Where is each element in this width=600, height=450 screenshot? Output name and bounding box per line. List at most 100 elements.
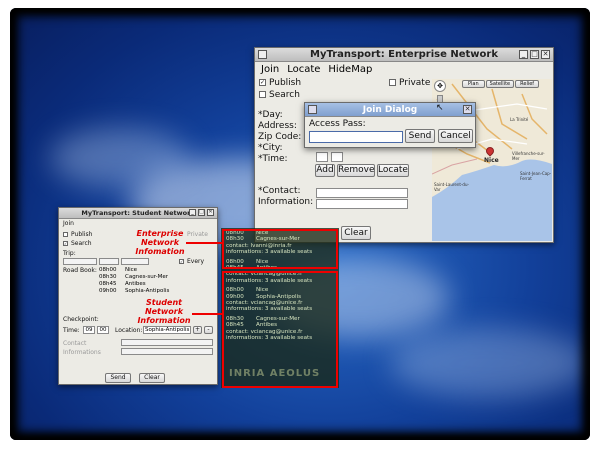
checkpoint-label: Checkpoint: xyxy=(63,316,99,323)
enterprise-contact-labels: *Contact: Information: xyxy=(258,186,313,208)
enterprise-menu-bar: Join Locate HideMap xyxy=(261,64,372,75)
locate-button[interactable]: Locate xyxy=(377,164,409,177)
map-place-label: Villefranche-sur-Mer xyxy=(512,151,545,161)
location-input[interactable]: Sophia-Antipolis xyxy=(143,326,191,334)
student-publish-checkbox[interactable]: Publish xyxy=(63,231,92,238)
cloud xyxy=(50,128,190,188)
roadbook-list: 08h00 Nice 08h30 Cagnes-sur-Mer 08h45 Antib… xyxy=(99,267,169,295)
close-icon[interactable]: ✕ xyxy=(463,105,472,114)
checkbox-icon xyxy=(63,232,68,237)
enterprise-title-bar[interactable]: MyTransport: Enterprise Network _ □ ✕ xyxy=(255,48,553,62)
join-dialog: Join Dialog ✕ Access Pass: Send Cancel xyxy=(304,102,476,148)
join-dialog-title: Join Dialog xyxy=(362,105,418,115)
trip-label: Trip: xyxy=(63,250,76,257)
window-menu-icon[interactable] xyxy=(308,105,317,114)
zipcode-label: Zip Code: xyxy=(258,132,302,142)
information-input[interactable] xyxy=(316,199,408,209)
enterprise-annotation: Enterprise Network Infomation xyxy=(135,229,185,256)
enterprise-arrow-line xyxy=(186,242,222,244)
map-city-label: Nice xyxy=(484,157,499,164)
contact-input[interactable] xyxy=(316,188,408,198)
close-icon[interactable]: ✕ xyxy=(207,209,214,216)
student-send-button[interactable]: Send xyxy=(105,373,131,383)
map-place-label: Saint-Jean-Cap-Ferrat xyxy=(520,171,552,181)
remove-button[interactable]: Remove xyxy=(337,164,375,177)
student-publish-label: Publish xyxy=(71,231,93,238)
trip-input[interactable] xyxy=(63,258,97,265)
remove-checkpoint-button[interactable]: - xyxy=(204,326,213,334)
student-title: MyTransport: Student Network xyxy=(81,209,195,217)
time-min-input[interactable] xyxy=(331,152,343,162)
checkbox-checked-icon: ✓ xyxy=(63,241,68,246)
map-place-label: Saint-Laurent-du-Var xyxy=(434,182,469,192)
menu-hidemap[interactable]: HideMap xyxy=(328,64,372,75)
student-contact-input[interactable] xyxy=(121,339,213,346)
city-label: *City: xyxy=(258,143,283,153)
student-contact-label: Contact xyxy=(63,340,87,347)
checkpoint-min-input[interactable]: 00 xyxy=(97,326,109,334)
add-checkpoint-button[interactable]: + xyxy=(193,326,202,334)
checkbox-checked-icon: ✓ xyxy=(179,259,184,264)
map-satellite-button[interactable]: Satellite xyxy=(485,80,515,88)
cancel-button[interactable]: Cancel xyxy=(438,129,473,143)
publish-checkbox[interactable]: ✓ Publish xyxy=(259,78,301,88)
information-label: Information: xyxy=(258,197,314,207)
map-relief-button[interactable]: Relief xyxy=(515,80,540,88)
access-pass-label: Access Pass: xyxy=(309,119,366,129)
maximize-icon[interactable]: □ xyxy=(198,209,205,216)
enterprise-clear-button[interactable]: Clear xyxy=(341,226,371,240)
enterprise-highlight-box xyxy=(222,229,338,269)
menu-locate[interactable]: Locate xyxy=(287,64,320,75)
time-label: Time: xyxy=(63,327,80,334)
student-private-label: Private xyxy=(187,231,208,238)
map-type-controls: Plan Satellite Relief xyxy=(462,80,540,88)
student-menu-join[interactable]: Join xyxy=(63,220,74,227)
publish-label: Publish xyxy=(269,78,302,88)
map-place-label: La Trinité xyxy=(510,117,529,122)
window-menu-icon[interactable] xyxy=(258,50,267,59)
contact-label: *Contact: xyxy=(258,186,301,196)
student-clear-button[interactable]: Clear xyxy=(139,373,165,383)
checkpoint-hour-input[interactable]: 09 xyxy=(83,326,95,334)
map-plan-button[interactable]: Plan xyxy=(462,80,485,88)
time-label: *Time: xyxy=(258,154,288,164)
search-label: Search xyxy=(269,90,300,100)
join-dialog-title-bar[interactable]: Join Dialog ✕ xyxy=(305,103,475,117)
enterprise-title: MyTransport: Enterprise Network xyxy=(310,49,498,60)
student-title-bar[interactable]: MyTransport: Student Network _ □ ✕ xyxy=(59,208,217,219)
search-checkbox[interactable]: Search xyxy=(259,90,300,100)
access-pass-input[interactable] xyxy=(309,131,403,143)
trip-input[interactable] xyxy=(99,258,119,265)
roadbook-label: Road Book: xyxy=(63,267,97,274)
minimize-icon[interactable]: _ xyxy=(519,50,528,59)
student-information-input[interactable] xyxy=(121,348,213,355)
close-icon[interactable]: ✕ xyxy=(541,50,550,59)
roadbook-row: 09h00 Sophia-Antipolis xyxy=(99,288,170,294)
roadbook-row: 08h45 Antibes xyxy=(99,281,146,287)
checkbox-checked-icon: ✓ xyxy=(259,79,266,86)
location-label: Location: xyxy=(115,327,143,334)
every-label: Every xyxy=(187,258,205,265)
student-search-checkbox[interactable]: ✓ Search xyxy=(63,240,92,247)
student-information-label: Informations xyxy=(63,349,101,356)
every-checkbox[interactable]: ✓ Every xyxy=(179,258,204,265)
checkbox-icon xyxy=(259,91,266,98)
menu-join[interactable]: Join xyxy=(261,64,279,75)
student-arrow-line xyxy=(192,313,222,315)
roadbook-row: 08h30 Cagnes-sur-Mer xyxy=(99,274,169,280)
trip-input[interactable] xyxy=(121,258,149,265)
checkbox-icon xyxy=(389,79,396,86)
map-pan-icon[interactable]: ✥ xyxy=(434,80,446,92)
send-button[interactable]: Send xyxy=(405,129,435,143)
minimize-icon[interactable]: _ xyxy=(189,209,196,216)
student-annotation: Student Network Information xyxy=(137,298,191,325)
roadbook-row: 08h00 Nice xyxy=(99,267,138,273)
student-highlight-box xyxy=(222,271,338,388)
mouse-cursor-icon: ↖ xyxy=(436,103,444,113)
time-hour-input[interactable] xyxy=(316,152,328,162)
maximize-icon[interactable]: □ xyxy=(530,50,539,59)
private-label: Private xyxy=(399,78,431,88)
private-checkbox[interactable]: Private xyxy=(389,78,430,88)
add-button[interactable]: Add xyxy=(315,164,335,177)
address-label: Address: xyxy=(258,121,297,131)
